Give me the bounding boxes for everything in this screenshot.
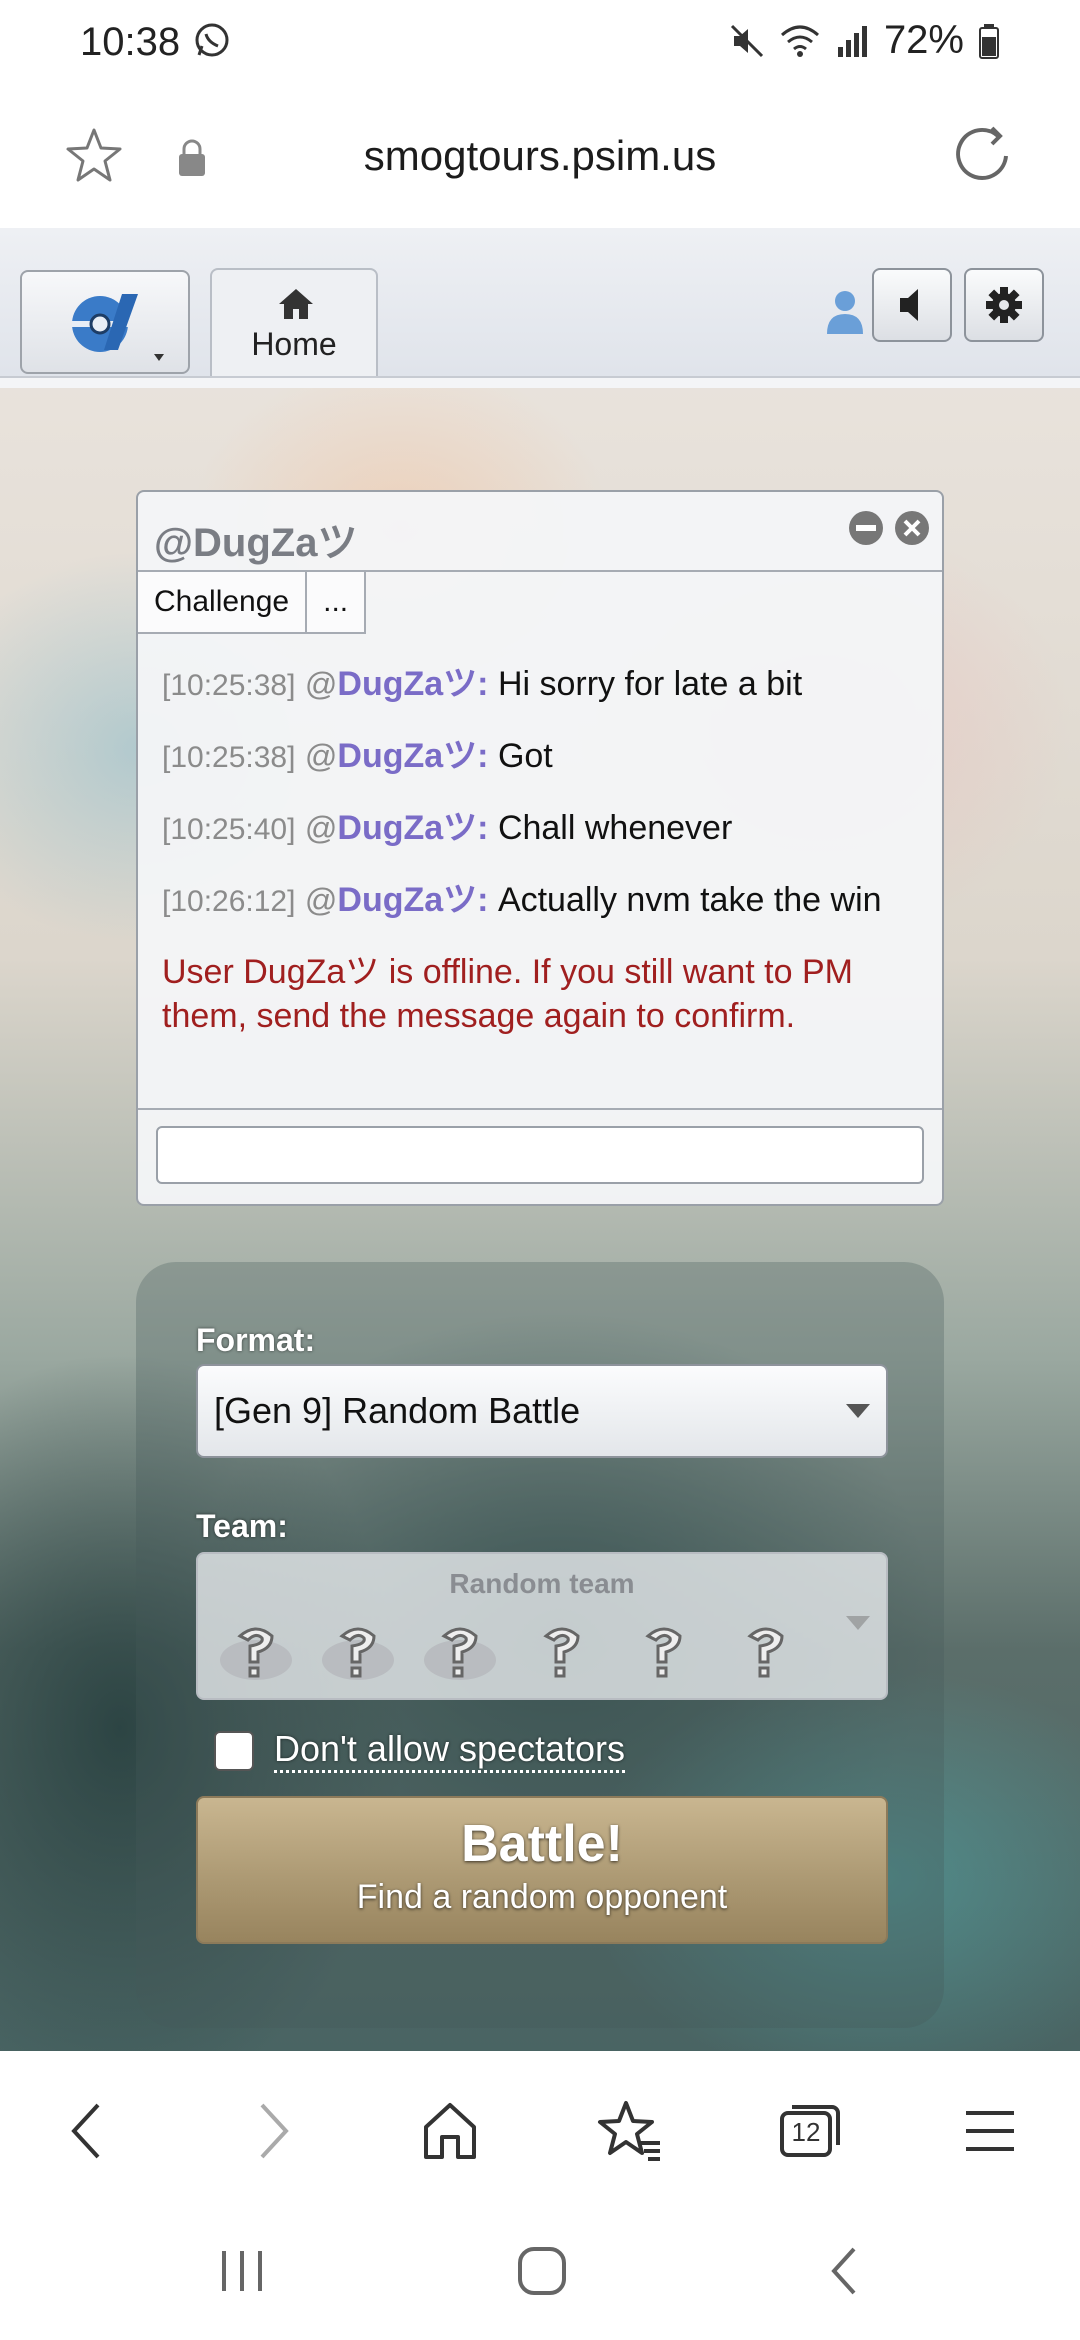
pm-tabs: Challenge ... bbox=[138, 572, 367, 634]
unknown-pokemon-icon bbox=[220, 1627, 292, 1680]
chat-message: [10:25:38] @DugZaツ: Hi sorry for late a … bbox=[162, 662, 922, 708]
message-timestamp: [10:25:40] bbox=[162, 813, 296, 846]
team-select[interactable]: Random team bbox=[196, 1552, 888, 1700]
user-icon[interactable] bbox=[824, 288, 866, 336]
team-slots bbox=[216, 1618, 806, 1688]
pm-window: @DugZaツ Challenge ... [10:25:38] @DugZaツ… bbox=[136, 490, 944, 1206]
status-bar: 10:38 72% bbox=[0, 0, 1080, 86]
reload-icon[interactable] bbox=[950, 122, 1018, 190]
page-content: Home @DugZaツ Challenge ... [10:25:38] @D… bbox=[0, 228, 1080, 2051]
system-nav-bar bbox=[0, 2201, 1080, 2340]
showdown-header: Home bbox=[0, 228, 1080, 388]
header-subbar bbox=[0, 376, 1080, 388]
tabs-button[interactable]: 12 bbox=[774, 2095, 846, 2167]
close-icon[interactable] bbox=[894, 510, 930, 546]
recents-icon[interactable] bbox=[212, 2241, 272, 2301]
message-user: @DugZaツ: bbox=[304, 809, 489, 847]
battery-percent: 72% bbox=[883, 18, 964, 62]
url-text[interactable]: smogtours.psim.us bbox=[0, 132, 1080, 180]
pm-message-log: [10:25:38] @DugZaツ: Hi sorry for late a … bbox=[162, 662, 922, 1038]
more-button[interactable]: ... bbox=[307, 572, 367, 634]
chat-message: [10:26:12] @DugZaツ: Actually nvm take th… bbox=[162, 878, 922, 924]
pm-message-input[interactable] bbox=[156, 1126, 924, 1184]
options-button[interactable] bbox=[964, 268, 1044, 342]
team-label: Team: bbox=[196, 1508, 288, 1544]
battery-icon bbox=[979, 23, 999, 59]
status-time: 10:38 bbox=[80, 20, 181, 64]
message-user: @DugZaツ: bbox=[304, 737, 489, 775]
message-text: Got bbox=[497, 737, 553, 775]
pm-title: @DugZaツ bbox=[154, 521, 358, 565]
status-right: 72% bbox=[728, 18, 1000, 63]
spectators-checkbox[interactable] bbox=[214, 1730, 254, 1771]
back-icon[interactable] bbox=[52, 2095, 124, 2167]
signal-icon bbox=[837, 25, 867, 57]
unknown-pokemon-icon bbox=[645, 1627, 682, 1678]
team-value: Random team bbox=[449, 1568, 635, 1599]
address-bar: smogtours.psim.us bbox=[0, 86, 1080, 228]
minimize-icon[interactable] bbox=[848, 510, 884, 546]
unknown-pokemon-icon bbox=[543, 1627, 580, 1678]
challenge-button[interactable]: Challenge bbox=[138, 572, 308, 634]
message-user: @DugZaツ: bbox=[304, 881, 489, 919]
chevron-down-icon bbox=[846, 1404, 870, 1418]
format-value: [Gen 9] Random Battle bbox=[214, 1390, 581, 1431]
battle-form: Format: [Gen 9] Random Battle Team: Rand… bbox=[136, 1262, 944, 2028]
tab-count: 12 bbox=[791, 2117, 821, 2147]
message-timestamp: [10:25:38] bbox=[162, 741, 296, 774]
format-label: Format: bbox=[196, 1322, 316, 1358]
message-text: Chall whenever bbox=[497, 809, 733, 847]
wifi-icon bbox=[780, 25, 819, 57]
chat-message: [10:25:40] @DugZaツ: Chall whenever bbox=[162, 806, 922, 852]
message-user: @DugZaツ: bbox=[304, 665, 489, 703]
format-select[interactable]: [Gen 9] Random Battle bbox=[196, 1364, 888, 1458]
showdown-logo-icon bbox=[72, 294, 164, 361]
message-text: Hi sorry for late a bit bbox=[497, 665, 803, 703]
back-icon[interactable] bbox=[816, 2241, 876, 2301]
message-text: Actually nvm take the win bbox=[497, 881, 882, 919]
home-icon[interactable] bbox=[414, 2095, 486, 2167]
tab-home-label: Home bbox=[251, 326, 337, 362]
message-timestamp: [10:25:38] bbox=[162, 669, 296, 702]
unknown-pokemon-icon bbox=[747, 1627, 784, 1678]
battle-button-label: Battle! bbox=[461, 1815, 623, 1873]
message-timestamp: [10:26:12] bbox=[162, 885, 296, 918]
spectators-option[interactable]: Don't allow spectators bbox=[214, 1728, 626, 1773]
tab-home[interactable]: Home bbox=[210, 268, 378, 388]
forward-icon[interactable] bbox=[236, 2095, 308, 2167]
main-menu-button[interactable] bbox=[20, 270, 190, 374]
gear-icon bbox=[986, 287, 1022, 323]
mute-icon bbox=[730, 24, 763, 57]
chevron-down-icon bbox=[846, 1616, 870, 1630]
home-icon bbox=[279, 289, 313, 319]
battle-button[interactable]: Battle! Find a random opponent bbox=[196, 1796, 888, 1944]
pm-input-divider bbox=[138, 1108, 942, 1110]
unknown-pokemon-icon bbox=[322, 1627, 394, 1680]
volume-button[interactable] bbox=[872, 268, 952, 342]
offline-notice: User DugZaツ is offline. If you still wan… bbox=[162, 953, 853, 1035]
menu-icon[interactable] bbox=[954, 2095, 1026, 2167]
spectators-label[interactable]: Don't allow spectators bbox=[274, 1728, 626, 1773]
battle-button-subtitle: Find a random opponent bbox=[356, 1878, 728, 1916]
home-icon[interactable] bbox=[512, 2241, 572, 2301]
unknown-pokemon-icon bbox=[424, 1627, 496, 1680]
volume-icon bbox=[900, 289, 918, 321]
bookmarks-icon[interactable] bbox=[594, 2095, 666, 2167]
whatsapp-icon bbox=[195, 23, 229, 57]
browser-toolbar: 12 bbox=[0, 2051, 1080, 2201]
chat-message: [10:25:38] @DugZaツ: Got bbox=[162, 734, 922, 780]
